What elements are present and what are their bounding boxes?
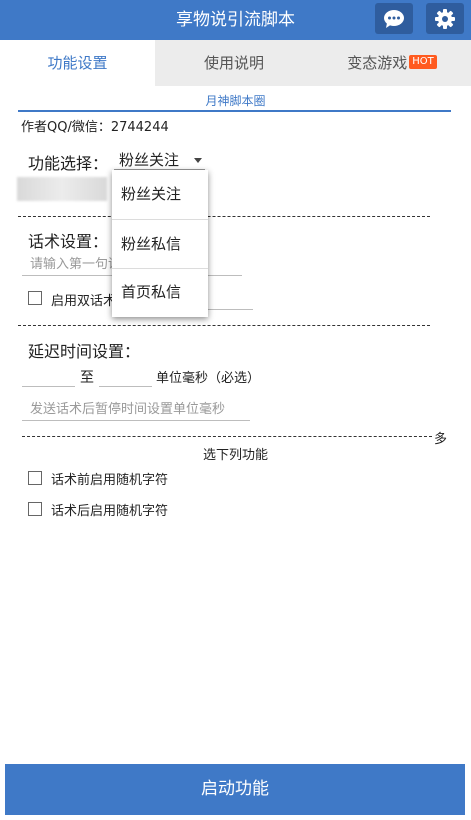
divider (18, 110, 451, 112)
delay-unit-label: 单位毫秒（必选） (156, 371, 261, 386)
gear-icon (435, 8, 455, 29)
random-prefix-checkbox[interactable] (28, 471, 42, 485)
divider (18, 325, 430, 326)
tab-label: 功能设置 (47, 54, 108, 72)
divider (22, 436, 432, 437)
random-suffix-label: 话术后启用随机字符 (51, 504, 169, 519)
function-select[interactable]: 粉丝关注 (114, 150, 205, 170)
dual-script-label: 启用双话术 (51, 294, 117, 309)
dropdown-option-home-message[interactable]: 首页私信 (112, 268, 208, 317)
delay-min-input[interactable] (22, 365, 75, 387)
delay-settings-label: 延迟时间设置： (28, 342, 141, 361)
author-contact: 作者QQ/微信：2744244 (21, 120, 169, 135)
multi-select-caption: 选下列功能 (202, 448, 268, 463)
pause-time-input[interactable]: 发送话术后暂停时间设置单位毫秒 (22, 399, 250, 421)
random-prefix-label: 话术前启用随机字符 (51, 473, 169, 488)
function-dropdown-menu: 粉丝关注 粉丝私信 首页私信 (112, 170, 208, 317)
settings-button[interactable] (426, 3, 464, 34)
hot-badge: HOT (409, 55, 437, 69)
delay-to-label: 至 (80, 370, 94, 386)
script-settings-label: 话术设置： (28, 232, 109, 251)
blurred-region (17, 177, 107, 201)
divider (18, 216, 430, 217)
tab-label: 使用说明 (203, 54, 264, 72)
dropdown-option-fans-message[interactable]: 粉丝私信 (112, 220, 208, 269)
dropdown-option-fans-follow[interactable]: 粉丝关注 (112, 170, 208, 219)
function-select-label: 功能选择： (28, 154, 109, 173)
chat-bubble-icon (384, 9, 404, 28)
tab-label: 变态游戏 (347, 54, 408, 72)
subtitle: 月神脚本圈 (205, 94, 266, 108)
dropdown-arrow-icon (194, 158, 202, 163)
delay-max-input[interactable] (99, 365, 152, 387)
chat-button[interactable] (375, 3, 413, 34)
dual-script-checkbox[interactable] (28, 291, 42, 305)
tab-games[interactable]: 变态游戏 HOT (313, 40, 471, 86)
random-suffix-checkbox[interactable] (28, 502, 42, 516)
tab-function-settings[interactable]: 功能设置 (0, 40, 155, 86)
tab-instructions[interactable]: 使用说明 (155, 40, 313, 86)
start-button[interactable]: 启动功能 (5, 764, 465, 815)
function-select-value: 粉丝关注 (119, 151, 180, 169)
